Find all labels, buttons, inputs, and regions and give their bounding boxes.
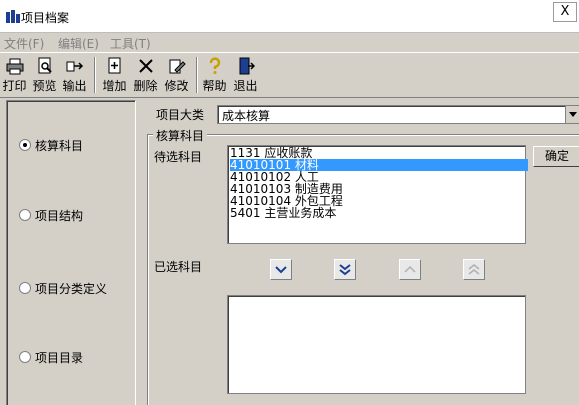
help-label: 帮助	[202, 79, 227, 93]
left-nav-panel: 核算科目 项目结构 项目分类定义 项目目录	[6, 100, 136, 405]
delete-icon	[138, 59, 153, 73]
print-button[interactable]: 打印	[0, 55, 29, 95]
window-title: 项目档案	[21, 11, 70, 25]
toolbar-separator	[196, 57, 198, 93]
move-all-down-button[interactable]	[334, 259, 356, 280]
nav-label-accounting-subject[interactable]: 核算科目	[35, 137, 83, 154]
radio-project-category[interactable]	[19, 282, 31, 294]
double-chevron-down-icon	[339, 264, 351, 276]
modify-label: 修改	[164, 79, 189, 93]
radio-project-structure[interactable]	[19, 209, 31, 221]
exit-label: 退出	[233, 79, 258, 93]
export-icon	[66, 61, 83, 72]
preview-icon	[38, 57, 52, 74]
modify-button[interactable]: 修改	[162, 55, 191, 95]
close-icon: X	[560, 4, 570, 19]
pending-label: 待选科目	[154, 150, 203, 164]
delete-label: 删除	[133, 79, 158, 93]
preview-label: 预览	[32, 79, 57, 93]
preview-button[interactable]: 预览	[30, 55, 59, 95]
move-down-button[interactable]	[270, 259, 292, 280]
radio-accounting-subject[interactable]	[19, 139, 31, 151]
selected-label: 已选科目	[154, 260, 203, 274]
list-item[interactable]: 5401 主营业务成本	[230, 207, 342, 219]
menu-bar: 文件(F) 编辑(E) 工具(T)	[0, 33, 579, 52]
exit-door-icon	[239, 57, 255, 75]
help-icon	[209, 57, 220, 74]
chevron-down-icon	[275, 266, 287, 274]
help-button[interactable]: 帮助	[200, 55, 229, 95]
app-icon	[6, 10, 20, 23]
nav-label-project-structure[interactable]: 项目结构	[35, 207, 83, 224]
chevron-up-icon	[404, 265, 416, 273]
pending-list[interactable]: 1131 应收账款 41010101 材料 41010102 人工 410101…	[227, 145, 528, 244]
menu-edit[interactable]: 编辑(E)	[58, 35, 99, 52]
delete-button[interactable]: 删除	[131, 55, 160, 95]
move-all-up-button[interactable]	[463, 259, 485, 280]
export-button[interactable]: 输出	[60, 55, 89, 95]
menu-file[interactable]: 文件(F)	[4, 35, 44, 52]
menu-tools[interactable]: 工具(T)	[110, 35, 151, 52]
nav-label-project-category[interactable]: 项目分类定义	[35, 280, 107, 297]
add-label: 增加	[102, 79, 127, 93]
print-label: 打印	[2, 79, 27, 93]
edit-icon	[169, 59, 186, 74]
toolbar-separator	[94, 57, 96, 93]
close-button[interactable]: X	[553, 2, 577, 22]
toolbar: 打印 预览 输出 增加 删除 修改 帮助 退出	[0, 52, 579, 98]
double-chevron-up-icon	[468, 264, 480, 275]
group-title: 核算科目	[153, 127, 208, 144]
exit-button[interactable]: 退出	[231, 55, 260, 95]
nav-label-project-catalog[interactable]: 项目目录	[35, 349, 83, 366]
chevron-down-icon[interactable]	[565, 106, 579, 123]
printer-icon	[6, 58, 23, 75]
add-button[interactable]: 增加	[100, 55, 129, 95]
title-bar: 项目档案 X	[0, 0, 579, 33]
category-value: 成本核算	[222, 109, 271, 123]
add-icon	[108, 57, 120, 74]
move-up-button[interactable]	[399, 259, 421, 280]
radio-project-catalog[interactable]	[19, 351, 31, 363]
selected-list[interactable]	[227, 295, 526, 394]
confirm-button[interactable]: 确定	[533, 146, 579, 167]
category-label: 项目大类	[156, 108, 205, 122]
export-label: 输出	[62, 79, 87, 93]
category-select[interactable]: 成本核算	[217, 105, 579, 124]
